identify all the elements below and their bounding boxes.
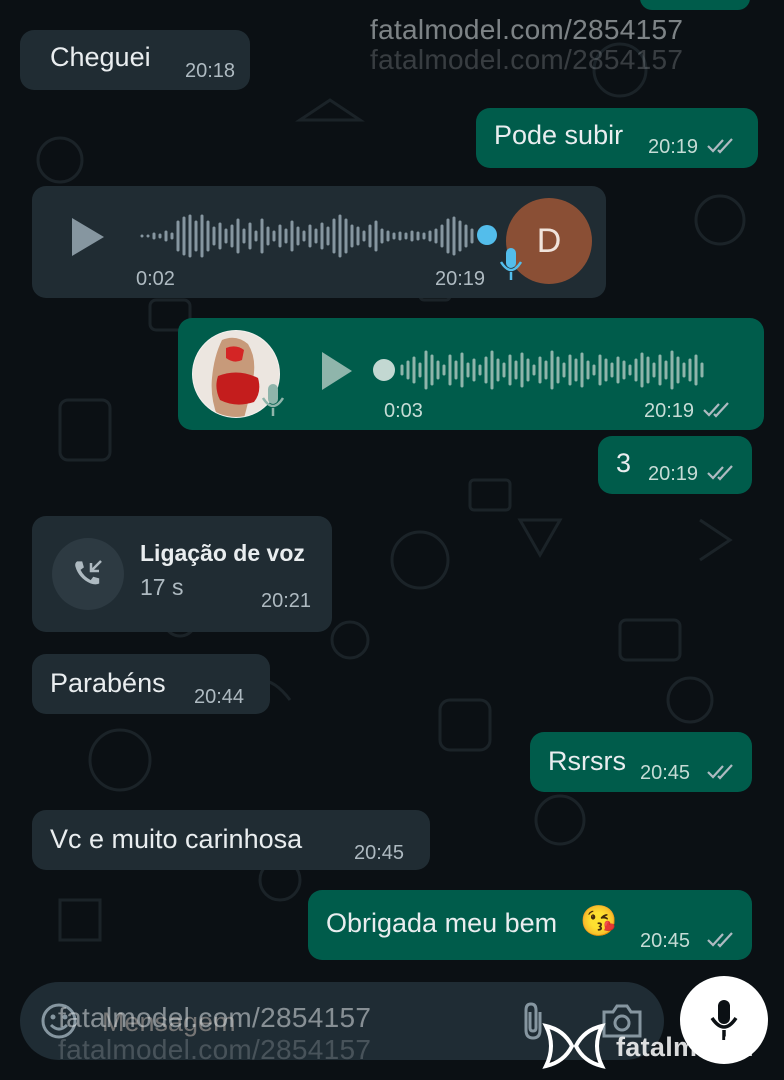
- message-bubble-outgoing[interactable]: Rsrsrs 20:45: [530, 732, 752, 792]
- message-text: Parabéns: [50, 668, 166, 698]
- message-time: 20:19: [648, 136, 699, 158]
- voice-waveform[interactable]: [372, 342, 732, 398]
- play-icon[interactable]: [318, 350, 356, 392]
- message-text: Cheguei: [50, 42, 151, 72]
- partial-outgoing-bubble[interactable]: [640, 0, 750, 10]
- message-time: 20:45: [640, 762, 691, 784]
- message-time: 20:45: [640, 930, 691, 952]
- message-text: 3: [616, 448, 632, 478]
- message-text: Obrigada meu bem: [326, 908, 558, 938]
- watermark-bottom-faint: fatalmodel.com/2854157: [58, 1034, 372, 1065]
- mic-icon: [499, 248, 523, 280]
- message-time: 20:21: [261, 590, 312, 612]
- double-check-icon: [707, 465, 733, 481]
- fatalmodel-logo: [542, 1023, 606, 1069]
- message-bubble-outgoing[interactable]: Obrigada meu bem 😘 20:45: [308, 890, 752, 960]
- call-title: Ligação de voz: [140, 540, 305, 566]
- playback-position-dot[interactable]: [476, 224, 498, 246]
- watermark-bottom: fatalmodel.com/2854157: [58, 1002, 372, 1033]
- kiss-emoji: 😘: [580, 905, 618, 938]
- watermark-top-faint: fatalmodel.com/2854157: [370, 44, 684, 75]
- voice-waveform[interactable]: [140, 208, 490, 264]
- voice-call-bubble[interactable]: Ligação de voz 17 s 20:21: [32, 516, 332, 632]
- call-icon-circle: [52, 538, 124, 610]
- message-bubble-outgoing[interactable]: 3 20:19: [598, 436, 752, 494]
- message-time: 20:18: [185, 60, 236, 82]
- play-icon[interactable]: [68, 216, 108, 258]
- message-text: Pode subir: [494, 120, 624, 150]
- voice-message-outgoing[interactable]: 0:03 20:19: [178, 318, 764, 430]
- call-duration: 17 s: [140, 574, 184, 600]
- incoming-call-icon: [75, 560, 102, 585]
- watermark-top: fatalmodel.com/2854157: [370, 14, 684, 45]
- double-check-icon: [707, 764, 733, 780]
- message-bubble-incoming[interactable]: Cheguei 20:18: [20, 30, 250, 90]
- voice-message-incoming[interactable]: 0:02 20:19 D: [32, 186, 606, 298]
- voice-duration: 0:02: [136, 268, 175, 290]
- message-time: 20:19: [644, 400, 695, 422]
- double-check-icon: [707, 138, 733, 154]
- message-bubble-outgoing[interactable]: Pode subir 20:19: [476, 108, 758, 168]
- message-time: 20:45: [354, 842, 405, 864]
- message-time: 20:44: [194, 686, 245, 708]
- message-time: 20:19: [435, 268, 486, 290]
- message-text: Rsrsrs: [548, 746, 626, 776]
- message-bubble-incoming[interactable]: Vc e muito carinhosa 20:45: [32, 810, 430, 870]
- double-check-icon: [703, 402, 729, 418]
- voice-duration: 0:03: [384, 400, 423, 422]
- double-check-icon: [707, 932, 733, 948]
- message-text: Vc e muito carinhosa: [50, 824, 303, 854]
- fatalmodel-logo-text: fatalmodel: [616, 1032, 755, 1062]
- message-bubble-incoming[interactable]: Parabéns 20:44: [32, 654, 270, 714]
- mic-icon: [261, 384, 285, 416]
- message-time: 20:19: [648, 463, 699, 485]
